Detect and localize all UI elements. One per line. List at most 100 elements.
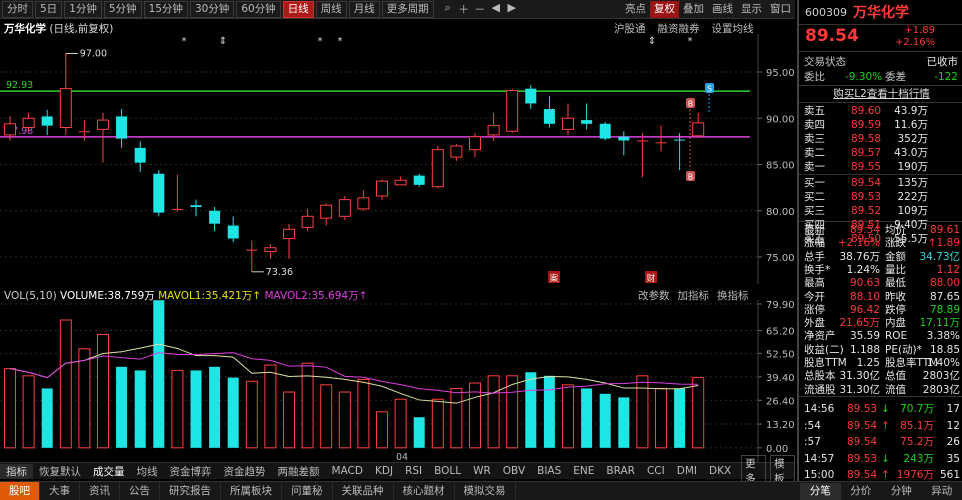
stat-value: 87.65	[929, 290, 960, 303]
period-tab-1min[interactable]: 1分钟	[64, 0, 102, 18]
ask-volume: 352万	[897, 133, 928, 145]
highlights-button[interactable]: 亮点	[621, 1, 650, 18]
period-tab-5min[interactable]: 5分钟	[103, 0, 142, 18]
tab-events[interactable]: 大事	[40, 481, 80, 500]
search-icon[interactable]: ⌕	[442, 1, 454, 17]
tab-alerts[interactable]: 异动	[922, 483, 962, 500]
tab-sim-trade[interactable]: 模拟交易	[455, 481, 516, 500]
weibi-label: 委比	[804, 71, 825, 83]
period-tab-monthly[interactable]: 月线	[348, 0, 380, 18]
left-icon[interactable]: ◀	[490, 1, 502, 17]
stat-value: 38.76万	[839, 250, 880, 263]
stat-label: 量比	[885, 263, 906, 276]
order-ratio-row: 委比 -9.30% 委差 -122	[799, 70, 962, 84]
right-icon[interactable]: ▶	[506, 1, 518, 17]
zoom-out-icon[interactable]: －	[474, 1, 486, 17]
tick-arrow: ↑	[881, 419, 890, 432]
period-tab-daily[interactable]: 日线	[282, 0, 314, 18]
tab-restore-default[interactable]: 恢复默认	[33, 464, 87, 479]
volume-bar-up	[487, 375, 500, 449]
volume-chart[interactable]: 79.90 65.20 52.50 39.40 26.40 13.20 0.00 04	[0, 300, 795, 462]
tab-announcements[interactable]: 公告	[120, 481, 160, 500]
period-tab-15min[interactable]: 15分钟	[143, 0, 188, 18]
stat-value: 2803亿	[922, 383, 960, 396]
divider	[799, 102, 962, 103]
volume-bar-up	[338, 391, 351, 449]
stat-value: 78.89	[929, 303, 960, 316]
tab-ask-secretary[interactable]: 问董秘	[282, 481, 333, 500]
candle-down	[78, 131, 90, 133]
tab-dmi[interactable]: DMI	[671, 465, 703, 477]
case-flag[interactable]: 案	[548, 271, 560, 284]
tab-boll[interactable]: BOLL	[428, 465, 467, 477]
candle-up	[320, 204, 333, 219]
tab-trades[interactable]: 分笔	[800, 483, 841, 500]
tab-rsi[interactable]: RSI	[399, 465, 428, 477]
tab-fund-trend[interactable]: 资金趋势	[218, 464, 272, 479]
candle-down	[543, 109, 555, 124]
period-tab-30min[interactable]: 30分钟	[189, 0, 235, 18]
trade-status-label: 交易状态	[804, 56, 846, 68]
tab-fund-game[interactable]: 资金博弈	[164, 464, 218, 479]
tab-wr[interactable]: WR	[467, 465, 497, 477]
zoom-in-icon[interactable]: ＋	[458, 1, 470, 17]
bid-row: 买二 89.53 222万	[799, 190, 962, 204]
tab-bias[interactable]: BIAS	[531, 465, 567, 477]
period-tab-60min[interactable]: 60分钟	[236, 0, 281, 18]
buy-marker-2[interactable]: B	[686, 171, 695, 182]
candle-down	[525, 88, 537, 104]
finance-flag[interactable]: 财	[645, 271, 657, 284]
tab-related[interactable]: 关联品种	[333, 481, 394, 500]
price-axis-label: 90.00	[766, 114, 795, 125]
level2-link[interactable]: 购买L2查看十档行情	[799, 87, 962, 101]
tab-indicator[interactable]: 指标	[0, 463, 33, 479]
tab-ene[interactable]: ENE	[567, 465, 600, 477]
kline-chart[interactable]: 95.0090.0085.0080.0075.00 92.93 87.98 97…	[0, 34, 795, 284]
sell-marker[interactable]: S	[705, 83, 714, 94]
tab-research[interactable]: 研究报告	[160, 481, 221, 500]
tab-volume[interactable]: 成交量	[87, 464, 131, 479]
adjust-button[interactable]: 复权	[650, 0, 679, 18]
period-tab-weekly[interactable]: 周线	[315, 0, 347, 18]
tab-kdj[interactable]: KDJ	[369, 465, 399, 477]
display-button[interactable]: 显示	[737, 1, 766, 18]
candle-up	[97, 119, 109, 130]
bid-volume: 109万	[897, 205, 928, 217]
tab-brar[interactable]: BRAR	[600, 465, 641, 477]
period-tab-more[interactable]: 更多周期	[381, 0, 434, 18]
candle-up	[264, 247, 277, 252]
tab-macd[interactable]: MACD	[326, 465, 369, 477]
volume-bar-down	[618, 397, 630, 448]
tab-stock-forum[interactable]: 股吧	[0, 481, 40, 500]
tab-dkx[interactable]: DKX	[703, 465, 737, 477]
price-axis-label: 80.00	[766, 207, 795, 218]
tab-core-themes[interactable]: 核心题材	[394, 481, 455, 500]
stat-label: 最新	[804, 224, 825, 236]
tab-news[interactable]: 资讯	[80, 481, 120, 500]
volume-bar-up	[320, 384, 333, 449]
tab-sectors[interactable]: 所属板块	[221, 481, 282, 500]
candle-down	[134, 147, 146, 163]
tab-minute[interactable]: 分钟	[881, 483, 922, 500]
volume-bar-down	[41, 388, 53, 448]
tick-price: 89.53	[847, 403, 878, 415]
stat-value: 31.30亿	[839, 383, 880, 396]
period-tab-5day[interactable]: 5日	[35, 0, 63, 18]
tab-price-dist[interactable]: 分价	[841, 483, 882, 500]
tab-ma[interactable]: 均线	[131, 464, 164, 479]
tab-obv[interactable]: OBV	[497, 465, 531, 477]
volume-bar-up	[97, 333, 109, 449]
stat-label: 净资产	[804, 330, 836, 343]
divider	[799, 174, 962, 175]
level2-link-text[interactable]: 购买L2查看十档行情	[799, 87, 962, 101]
stat-label: 收益(二)	[804, 343, 844, 356]
overlay-button[interactable]: 叠加	[679, 1, 708, 18]
tab-margin-diff[interactable]: 两融差额	[272, 464, 326, 479]
stat-label: 总值	[885, 370, 906, 383]
tab-cci[interactable]: CCI	[641, 465, 671, 477]
window-button[interactable]: 窗口	[766, 1, 795, 18]
draw-line-button[interactable]: 画线	[708, 1, 737, 18]
period-tab-intraday[interactable]: 分时	[2, 0, 33, 18]
buy-marker-1[interactable]: B	[686, 98, 695, 109]
volume-axis: 79.90 65.20 52.50 39.40 26.40 13.20 0.00	[758, 300, 795, 455]
